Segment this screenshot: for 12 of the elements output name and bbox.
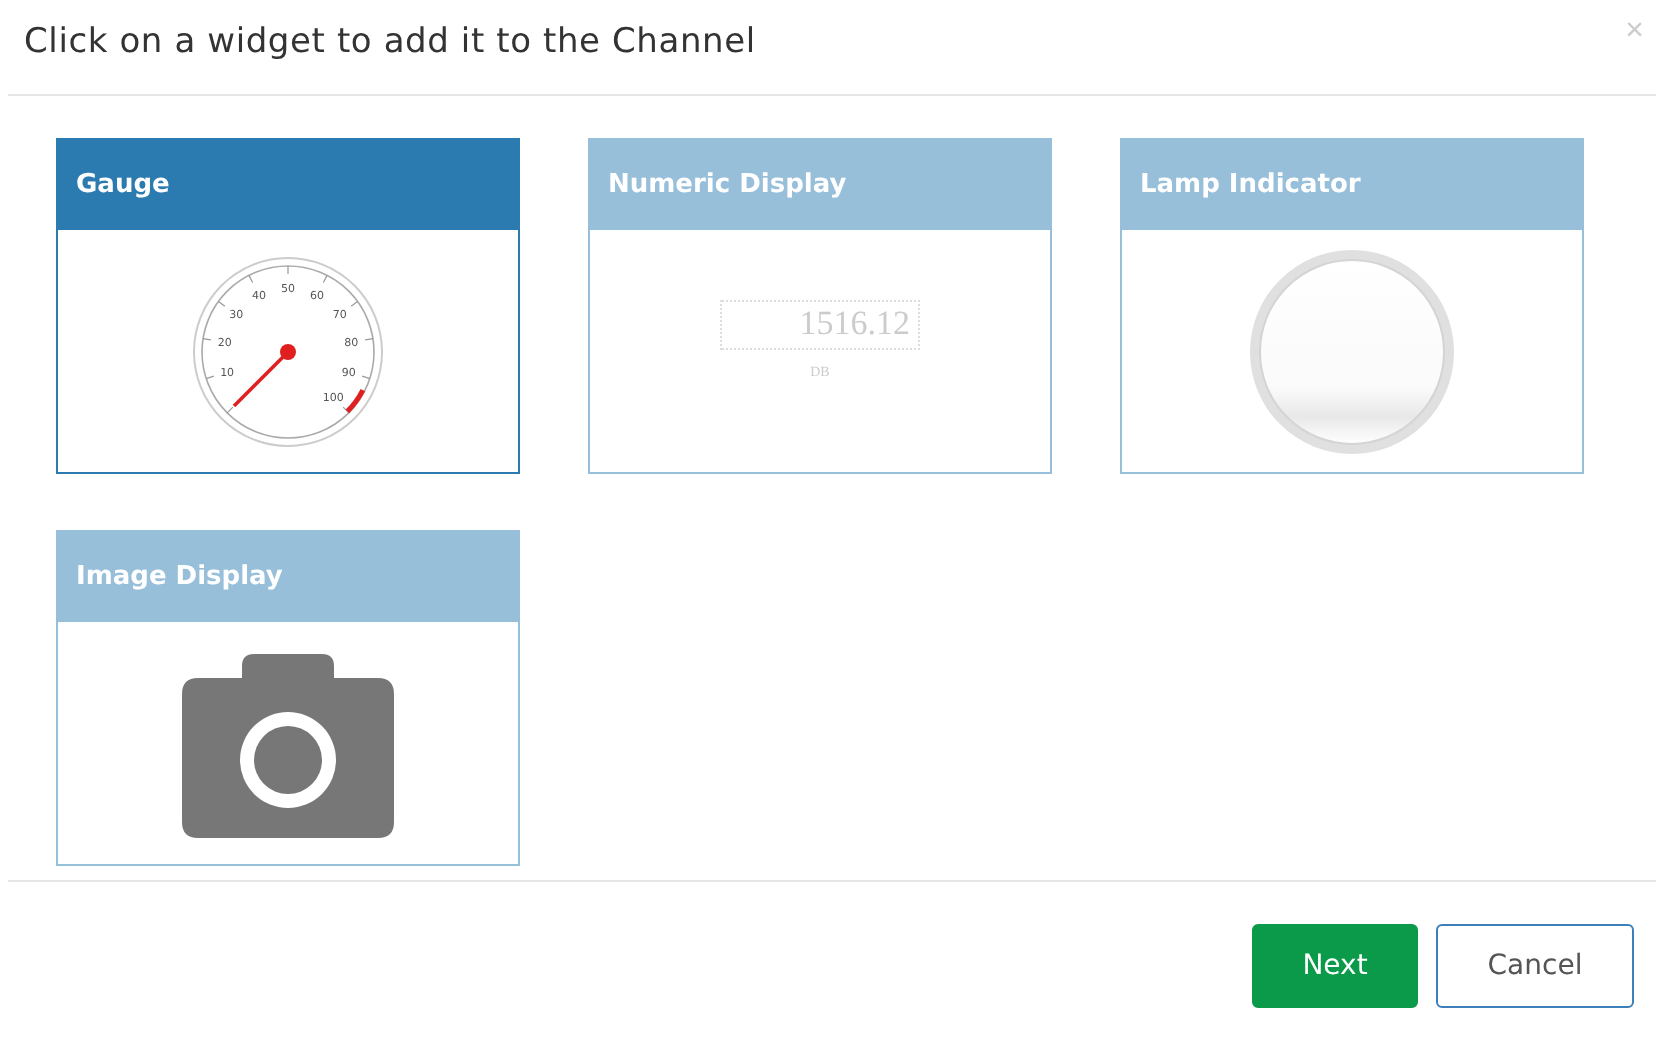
cancel-button[interactable]: Cancel: [1436, 924, 1634, 1008]
camera-icon: [182, 649, 394, 837]
lamp-icon: [1246, 245, 1458, 457]
next-button[interactable]: Next: [1252, 924, 1418, 1008]
widget-title: Numeric Display: [590, 140, 1050, 230]
widget-card[interactable]: Image Display: [56, 530, 520, 866]
widget-title: Image Display: [58, 532, 518, 622]
widget-title: Gauge: [58, 140, 518, 230]
dialog-title: Click on a widget to add it to the Channel: [24, 21, 756, 61]
close-button[interactable]: ×: [1625, 13, 1644, 49]
widget-title: Lamp Indicator: [1122, 140, 1582, 230]
widget-card[interactable]: Lamp Indicator: [1120, 138, 1584, 474]
